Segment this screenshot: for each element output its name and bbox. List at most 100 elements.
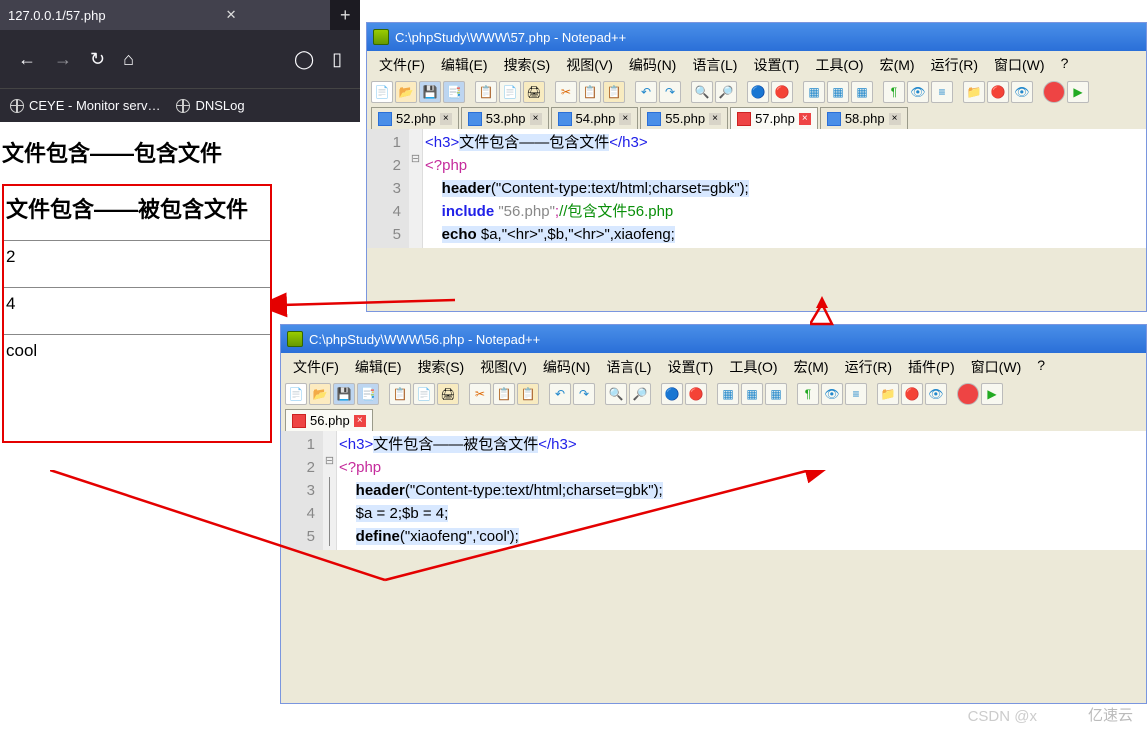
close-tab-icon[interactable]: ✕ — [226, 7, 237, 23]
toolbar-button[interactable]: 👁 — [925, 383, 947, 405]
toolbar-button[interactable]: 📋 — [579, 81, 601, 103]
menu-item[interactable]: 工具(O) — [809, 53, 869, 77]
toolbar-button[interactable]: 🔍 — [605, 383, 627, 405]
doc-tab[interactable]: 56.php× — [285, 409, 373, 431]
window-titlebar[interactable]: C:\phpStudy\WWW\56.php - Notepad++ — [281, 325, 1146, 353]
toolbar-button[interactable]: ✂ — [555, 81, 577, 103]
home-icon[interactable]: ⌂ — [123, 49, 134, 70]
menu-item[interactable]: 语言(L) — [600, 355, 657, 379]
toolbar-button[interactable]: 📄 — [413, 383, 435, 405]
menu-item[interactable]: 插件(P) — [902, 355, 961, 379]
toolbar-button[interactable]: 🔵 — [661, 383, 683, 405]
code-editor[interactable]: 12345 ⊟ <h3>文件包含——被包含文件</h3> <?php heade… — [281, 431, 1146, 550]
menu-item[interactable]: 编码(N) — [623, 53, 682, 77]
code-editor[interactable]: 12345 ⊟ <h3>文件包含——包含文件</h3> <?php header… — [367, 129, 1146, 248]
menu-item[interactable]: 搜索(S) — [498, 53, 557, 77]
toolbar-button[interactable]: 📋 — [389, 383, 411, 405]
toolbar-button[interactable] — [957, 383, 979, 405]
toolbar-button[interactable]: 📋 — [493, 383, 515, 405]
window-titlebar[interactable]: C:\phpStudy\WWW\57.php - Notepad++ — [367, 23, 1146, 51]
shield-icon[interactable]: ◯ — [294, 49, 314, 70]
menu-item[interactable]: 文件(F) — [287, 355, 345, 379]
toolbar-button[interactable]: 🖨 — [523, 81, 545, 103]
menu-item[interactable]: 视图(V) — [474, 355, 533, 379]
toolbar-button[interactable]: 👁 — [821, 383, 843, 405]
reload-icon[interactable]: ↻ — [90, 49, 105, 70]
toolbar-button[interactable]: ▦ — [851, 81, 873, 103]
toolbar-button[interactable]: 🔴 — [685, 383, 707, 405]
toolbar-button[interactable]: 🔍 — [691, 81, 713, 103]
menu-item[interactable]: 视图(V) — [560, 53, 619, 77]
bookmark-item[interactable]: CEYE - Monitor serv… — [10, 98, 160, 113]
toolbar-button[interactable]: 📁 — [963, 81, 985, 103]
menu-item[interactable]: 编辑(E) — [349, 355, 408, 379]
menu-item[interactable]: 编码(N) — [537, 355, 596, 379]
menu-item[interactable]: ? — [1031, 355, 1051, 379]
toolbar-button[interactable]: 📂 — [395, 81, 417, 103]
toolbar-button[interactable]: 📋 — [603, 81, 625, 103]
toolbar-button[interactable]: 🖨 — [437, 383, 459, 405]
toolbar-button[interactable]: ≡ — [931, 81, 953, 103]
doc-tab[interactable]: 54.php× — [551, 107, 639, 129]
doc-tab[interactable]: 52.php× — [371, 107, 459, 129]
toolbar-button[interactable]: 🔎 — [629, 383, 651, 405]
menu-item[interactable]: 编辑(E) — [435, 53, 494, 77]
toolbar-button[interactable]: 📑 — [443, 81, 465, 103]
toolbar-button[interactable]: ≡ — [845, 383, 867, 405]
toolbar-button[interactable]: ↷ — [659, 81, 681, 103]
doc-tab[interactable]: 57.php× — [730, 107, 818, 129]
toolbar-button[interactable]: ▦ — [717, 383, 739, 405]
doc-tab[interactable]: 55.php× — [640, 107, 728, 129]
toolbar-button[interactable]: 👁 — [1011, 81, 1033, 103]
toolbar-button[interactable]: 📄 — [285, 383, 307, 405]
back-icon[interactable]: ← — [18, 49, 36, 70]
menu-item[interactable]: 工具(O) — [723, 355, 783, 379]
toolbar-button[interactable]: ↶ — [635, 81, 657, 103]
menu-item[interactable]: 设置(T) — [747, 53, 805, 77]
toolbar-button[interactable]: 🔴 — [901, 383, 923, 405]
toolbar-button[interactable]: ▦ — [765, 383, 787, 405]
menu-item[interactable]: 设置(T) — [661, 355, 719, 379]
toolbar-button[interactable]: 📄 — [499, 81, 521, 103]
doc-tab[interactable]: 53.php× — [461, 107, 549, 129]
toolbar-button[interactable]: 📂 — [309, 383, 331, 405]
menu-item[interactable]: 运行(R) — [839, 355, 898, 379]
toolbar-button[interactable]: ▦ — [803, 81, 825, 103]
menu-item[interactable]: 运行(R) — [925, 53, 984, 77]
toolbar-button[interactable]: 🔴 — [987, 81, 1009, 103]
menu-item[interactable]: 文件(F) — [373, 53, 431, 77]
toolbar-button[interactable]: ✂ — [469, 383, 491, 405]
code-area[interactable]: <h3>文件包含——被包含文件</h3> <?php header("Conte… — [337, 431, 1146, 550]
toolbar-button[interactable]: 🔴 — [771, 81, 793, 103]
menu-item[interactable]: 语言(L) — [686, 53, 743, 77]
toolbar-button[interactable]: ▶ — [1067, 81, 1089, 103]
menu-item[interactable]: 搜索(S) — [412, 355, 471, 379]
toolbar-button[interactable]: 📋 — [517, 383, 539, 405]
new-tab-icon[interactable]: + — [340, 5, 351, 26]
browser-tab[interactable]: 127.0.0.1/57.php ✕ — [0, 0, 330, 30]
toolbar-button[interactable]: 👁 — [907, 81, 929, 103]
toolbar-button[interactable]: 📋 — [475, 81, 497, 103]
toolbar-button[interactable]: 📄 — [371, 81, 393, 103]
menu-item[interactable]: 宏(M) — [788, 355, 835, 379]
forward-icon[interactable]: → — [54, 49, 72, 70]
toolbar-button[interactable]: ▦ — [741, 383, 763, 405]
doc-tab[interactable]: 58.php× — [820, 107, 908, 129]
menu-item[interactable]: ? — [1055, 53, 1075, 77]
toolbar-button[interactable]: ▶ — [981, 383, 1003, 405]
toolbar-button[interactable]: 🔵 — [747, 81, 769, 103]
toolbar-button[interactable]: ↶ — [549, 383, 571, 405]
toolbar-button[interactable]: 📁 — [877, 383, 899, 405]
toolbar-button[interactable]: ↷ — [573, 383, 595, 405]
code-area[interactable]: <h3>文件包含——包含文件</h3> <?php header("Conten… — [423, 129, 1146, 248]
menu-item[interactable]: 宏(M) — [874, 53, 921, 77]
toolbar-button[interactable]: 🔎 — [715, 81, 737, 103]
toolbar-button[interactable]: ¶ — [797, 383, 819, 405]
bookmark-item[interactable]: DNSLog — [176, 98, 244, 113]
toolbar-button[interactable]: 💾 — [333, 383, 355, 405]
toolbar-button[interactable] — [1043, 81, 1065, 103]
toolbar-button[interactable]: ▦ — [827, 81, 849, 103]
toolbar-button[interactable]: 📑 — [357, 383, 379, 405]
toolbar-button[interactable]: 💾 — [419, 81, 441, 103]
menu-item[interactable]: 窗口(W) — [988, 53, 1051, 77]
